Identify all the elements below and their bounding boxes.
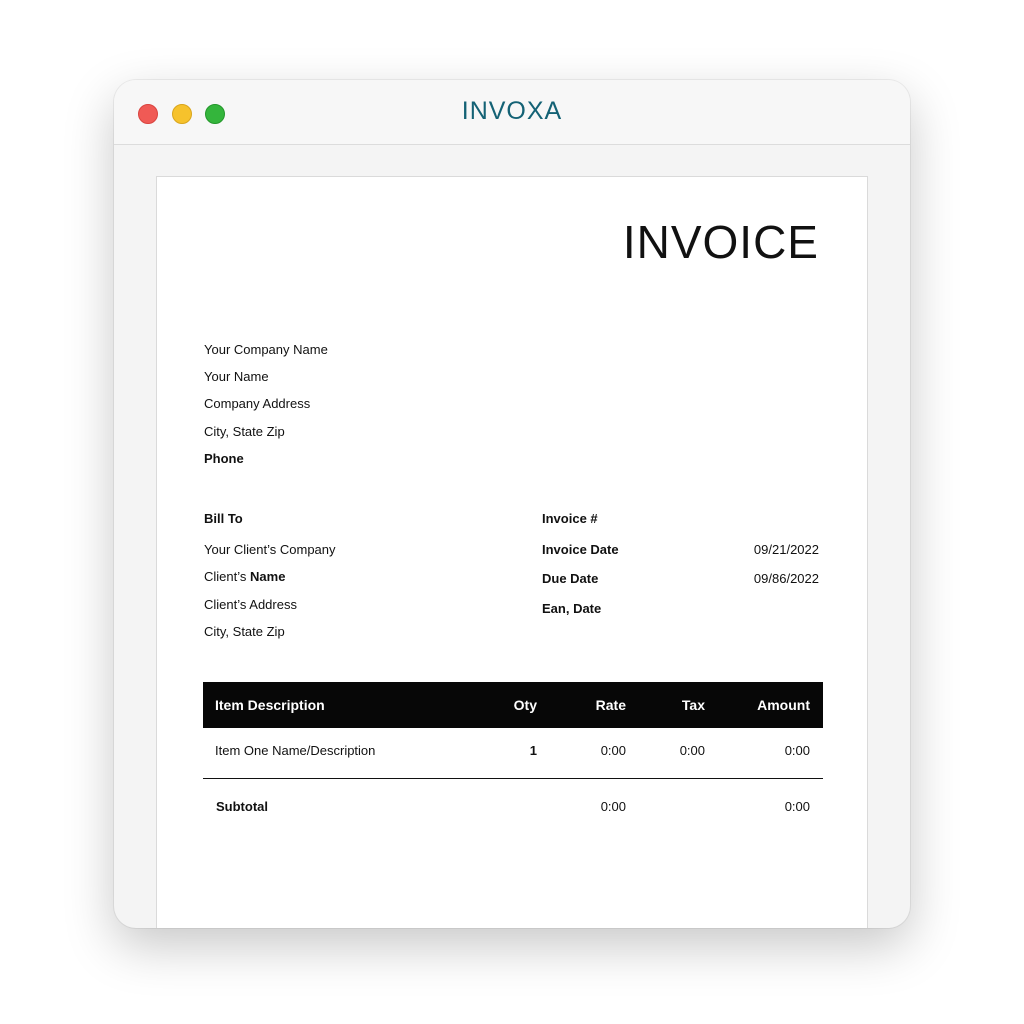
table-header: Item Description Oty Rate Tax Amount: [203, 682, 823, 728]
item-qty: 1: [529, 743, 537, 758]
invoice-number-label: Invoice #: [542, 511, 598, 526]
client-name-bold: Name: [250, 569, 286, 584]
due-date-label: Due Date: [542, 571, 599, 586]
sender-phone-label: Phone: [204, 451, 244, 466]
subtotal-amount: 0:00: [784, 799, 810, 814]
invoice-date-label: Invoice Date: [542, 542, 619, 557]
subtotal-row: Subtotal 0:00 0:00: [203, 779, 823, 835]
app-title: INVOXA: [461, 97, 563, 125]
sender-company-name: Your Company Name: [204, 342, 328, 357]
due-date-value: 09/86/2022: [753, 571, 819, 586]
subtotal-rate: 0:00: [600, 799, 626, 814]
item-amount: 0:00: [784, 743, 810, 758]
header-rate: Rate: [595, 697, 626, 713]
client-company: Your Client’s Company: [204, 542, 336, 557]
client-name: Client’s Name: [204, 569, 285, 584]
subtotal-label: Subtotal: [216, 799, 268, 814]
item-tax: 0:00: [679, 743, 705, 758]
client-name-prefix: Client’s: [204, 569, 247, 584]
sender-name: Your Name: [204, 369, 269, 384]
invoice-document: INVOICE Your Company Name Your Name Comp…: [156, 176, 868, 928]
header-item-description: Item Description: [215, 697, 325, 713]
line-items-table: Item Description Oty Rate Tax Amount Ite…: [203, 682, 823, 835]
header-amount: Amount: [757, 697, 810, 713]
sender-address: Company Address: [204, 396, 311, 411]
client-address: Client’s Address: [204, 597, 297, 612]
extra-date-label: Ean, Date: [542, 601, 602, 616]
invoice-title: INVOICE: [622, 216, 819, 268]
bill-to-label: Bill To: [204, 511, 243, 526]
item-rate: 0:00: [600, 743, 626, 758]
sender-city-state-zip: City, State Zip: [204, 424, 285, 439]
table-row: Item One Name/Description 1 0:00 0:00 0:…: [203, 728, 823, 779]
header-tax: Tax: [681, 697, 705, 713]
invoice-date-value: 09/21/2022: [753, 542, 819, 557]
title-bar: INVOXA: [114, 80, 910, 145]
app-window: INVOXA INVOICE Your Company Name Your Na…: [114, 80, 910, 928]
item-description: Item One Name/Description: [215, 743, 376, 758]
client-city-state-zip: City, State Zip: [204, 624, 285, 639]
header-qty: Oty: [513, 697, 537, 713]
